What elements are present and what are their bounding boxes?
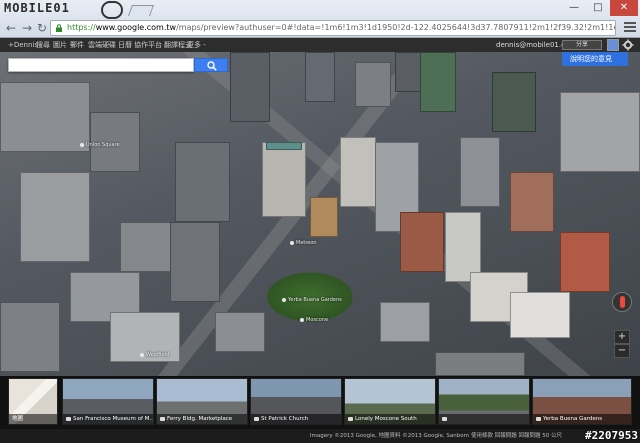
filmstrip-label: Ferry Bldg. Marketplace	[157, 414, 247, 424]
watermark-number: #2207953	[585, 429, 638, 442]
minimize-button[interactable]: —	[562, 0, 586, 16]
building	[0, 82, 90, 152]
filmstrip-label: 地圖	[9, 414, 57, 424]
url-host: www.google.com.tw	[95, 23, 177, 32]
building	[460, 137, 500, 207]
building-roof	[266, 142, 302, 150]
building	[175, 142, 230, 222]
zoom-out-button[interactable]: −	[614, 344, 630, 358]
building	[0, 302, 60, 372]
building	[435, 352, 525, 376]
building	[380, 302, 430, 342]
filmstrip-label: Lonely Moscone South	[345, 414, 435, 424]
filmstrip-label: Yerba Buena Gardens	[533, 414, 631, 424]
watermark-logo-icon	[101, 1, 123, 19]
copyright-text: Imagery ©2013 Google, 地圖資料 ©2013 Google,…	[309, 433, 562, 439]
building	[510, 292, 570, 338]
filmstrip-label	[439, 414, 529, 424]
gbar-item-plus[interactable]: +Dennis	[8, 38, 38, 52]
building	[262, 142, 306, 217]
gbar-item-sites[interactable]: 協作平台	[134, 38, 162, 52]
back-arrow-icon[interactable]: ←	[4, 21, 18, 35]
forward-arrow-icon[interactable]: →	[20, 21, 34, 35]
building	[400, 212, 444, 272]
gbar-item-images[interactable]: 圖片	[53, 38, 67, 52]
gbar-item-mail[interactable]: 郵件	[70, 38, 84, 52]
google-bar: +Dennis 搜尋 圖片 郵件 雲端硬碟 日曆 協作平台 翻譯程式 更多 - …	[0, 38, 640, 52]
url-path: /maps/preview?authuser=0#!data=!1m6!1m3!…	[176, 23, 616, 32]
tab-strip: MOBILE01 — □ ✕	[0, 0, 640, 19]
new-tab-button[interactable]	[127, 5, 155, 16]
filmstrip-item[interactable]: San Francisco Museum of M...	[62, 378, 154, 425]
browser-menu-icon[interactable]	[624, 22, 636, 34]
maximize-button[interactable]: □	[586, 0, 610, 16]
building	[310, 197, 338, 237]
poi-label[interactable]: Westfield	[140, 352, 169, 358]
poi-label[interactable]: Moscone	[300, 317, 328, 323]
watermark-brand: MOBILE01	[4, 1, 70, 15]
filmstrip-label: San Francisco Museum of M...	[63, 414, 153, 424]
gear-icon[interactable]	[622, 39, 634, 51]
reload-icon[interactable]: ↻	[35, 21, 49, 35]
search-button[interactable]	[194, 58, 228, 72]
map-search-box	[8, 58, 194, 79]
feedback-button[interactable]: 說明您的意見	[562, 52, 628, 66]
building	[560, 92, 640, 172]
building	[215, 312, 265, 352]
pegman-icon[interactable]	[612, 292, 632, 312]
building	[510, 172, 554, 232]
building	[20, 172, 90, 262]
gbar-item-search[interactable]: 搜尋	[36, 38, 50, 52]
gbar-item-drive[interactable]: 雲端硬碟	[88, 38, 116, 52]
building	[305, 52, 335, 102]
map-footer: Imagery ©2013 Google, 地圖資料 ©2013 Google,…	[0, 429, 640, 443]
building	[560, 232, 610, 292]
search-icon	[207, 61, 217, 71]
nav-bar: ← → ↻ https://www.google.com.tw/maps/pre…	[0, 18, 640, 38]
gbar-item-calendar[interactable]: 日曆	[118, 38, 132, 52]
filmstrip-label: St Patrick Church	[251, 414, 341, 424]
lock-icon	[56, 24, 62, 32]
building	[230, 52, 270, 122]
building	[170, 222, 220, 302]
url-scheme: https://	[67, 23, 96, 32]
search-input[interactable]	[9, 66, 193, 79]
browser-chrome: MOBILE01 — □ ✕ ← → ↻ https://www.google.…	[0, 0, 640, 38]
filmstrip-item[interactable]: Yerba Buena Gardens	[532, 378, 632, 425]
building	[492, 72, 536, 132]
filmstrip-item[interactable]: Ferry Bldg. Marketplace	[156, 378, 248, 425]
share-button[interactable]: 分享	[562, 40, 602, 50]
avatar[interactable]	[607, 39, 619, 51]
filmstrip-item[interactable]: St Patrick Church	[250, 378, 342, 425]
building	[355, 62, 391, 107]
filmstrip-item-map[interactable]: 地圖	[8, 378, 58, 425]
filmstrip-item[interactable]: Lonely Moscone South	[344, 378, 436, 425]
poi-label[interactable]: Union Square	[80, 142, 120, 148]
satellite-map[interactable]: Yerba Buena Gardens Moscone Metreon West…	[0, 52, 640, 429]
poi-label[interactable]: Metreon	[290, 240, 317, 246]
address-bar[interactable]: https://www.google.com.tw/maps/preview?a…	[50, 20, 616, 36]
gbar-item-more[interactable]: 更多 -	[187, 38, 206, 52]
poi-label[interactable]: Yerba Buena Gardens	[282, 297, 342, 303]
close-window-button[interactable]: ✕	[610, 0, 638, 16]
building	[420, 52, 456, 112]
filmstrip-item[interactable]	[438, 378, 530, 425]
photo-filmstrip: 地圖 San Francisco Museum of M... Ferry Bl…	[0, 376, 640, 430]
building	[340, 137, 376, 207]
zoom-in-button[interactable]: +	[614, 330, 630, 344]
